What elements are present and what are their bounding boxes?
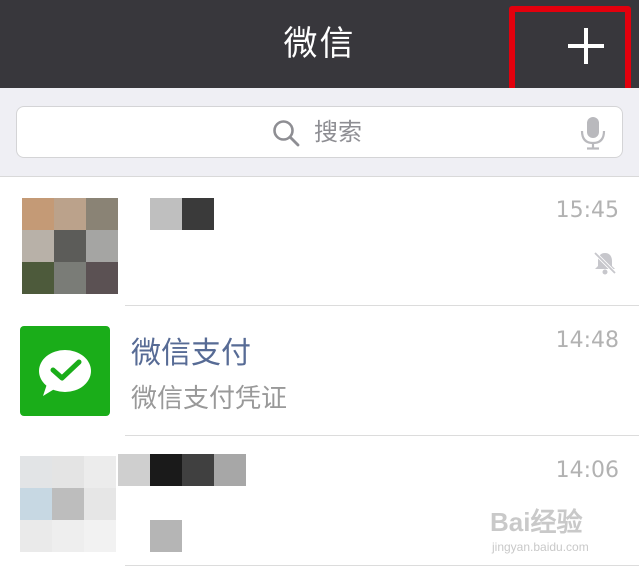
- microphone-icon[interactable]: [580, 116, 606, 150]
- annotation-highlight: [509, 6, 631, 94]
- search-input[interactable]: 搜索: [16, 106, 623, 158]
- chat-time: 14:48: [555, 328, 619, 353]
- chat-list-item-wechat-pay[interactable]: 微信支付 微信支付凭证 14:48: [0, 306, 639, 436]
- redacted-preview: [150, 520, 182, 552]
- watermark-brand: Bai经验: [490, 507, 583, 537]
- watermark-url: jingyan.baidu.com: [492, 540, 589, 554]
- search-placeholder: 搜索: [314, 118, 362, 146]
- redacted-name: [150, 198, 214, 230]
- chat-list-item[interactable]: 15:45: [0, 176, 639, 306]
- baidu-watermark: Bai经验 jingyan.baidu.com: [490, 500, 620, 566]
- search-area: 搜索: [0, 88, 639, 177]
- chat-preview: 微信支付凭证: [131, 384, 288, 414]
- avatar: [22, 198, 118, 294]
- search-icon: [273, 120, 300, 147]
- mute-bell-icon: [593, 251, 617, 275]
- chat-time: 15:45: [555, 198, 619, 223]
- avatar: [20, 456, 116, 552]
- chat-time: 14:06: [555, 458, 619, 483]
- chat-title: 微信支付: [131, 336, 251, 371]
- redacted-name: [118, 454, 246, 486]
- wechat-pay-icon: [39, 350, 91, 396]
- avatar: [20, 326, 110, 416]
